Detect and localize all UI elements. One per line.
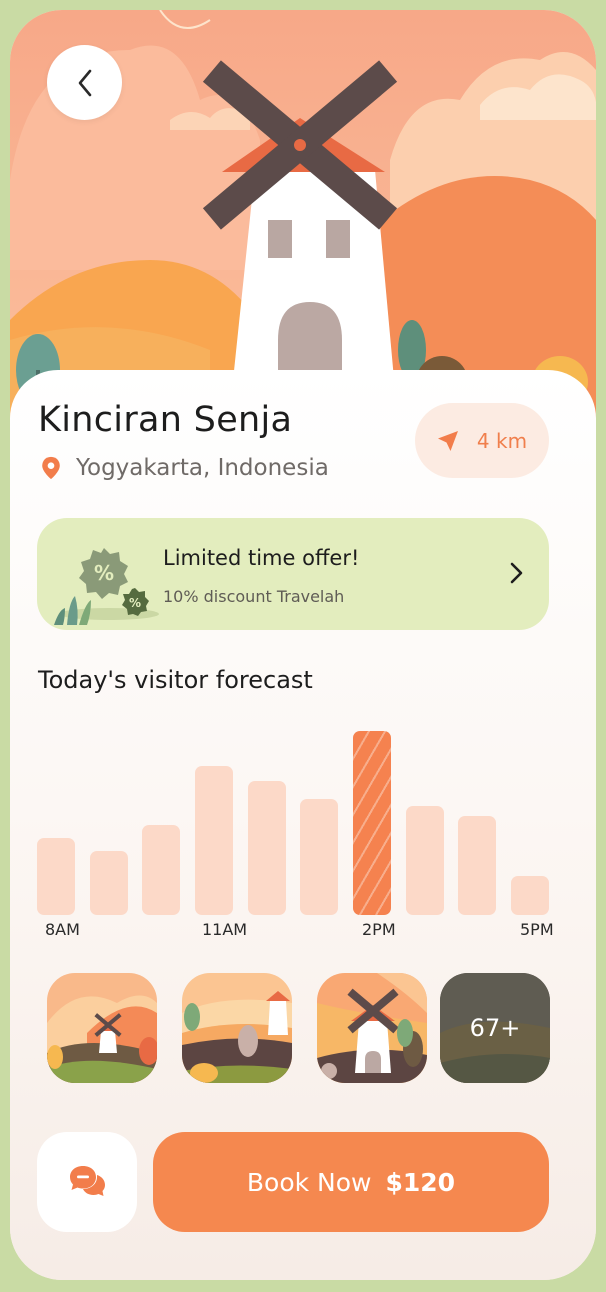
offer-card[interactable]: % % Limited time offer! 10% discount Tra…	[37, 518, 549, 630]
chevron-right-icon	[510, 562, 523, 584]
forecast-bar-current	[353, 731, 391, 915]
gallery-more-thumbnail[interactable]: 67+	[440, 973, 550, 1083]
discount-badge-icon: % %	[54, 548, 159, 625]
tick-label-5pm: 5PM	[520, 920, 554, 939]
location-row: Yogyakarta, Indonesia	[40, 455, 329, 481]
navigation-arrow-icon	[437, 430, 458, 451]
gallery-thumbnail[interactable]	[317, 973, 427, 1083]
location-label: Yogyakarta, Indonesia	[76, 455, 329, 481]
svg-text:%: %	[129, 596, 141, 610]
offer-title: Limited time offer!	[163, 546, 360, 570]
forecast-bar	[511, 876, 549, 915]
book-now-button[interactable]: Book Now $120	[153, 1132, 549, 1232]
forecast-bar	[142, 825, 180, 915]
forecast-bar	[300, 799, 338, 915]
offer-subtitle: 10% discount Travelah	[163, 587, 345, 606]
chat-bubbles-icon	[70, 1166, 105, 1196]
tick-label-2pm: 2PM	[362, 920, 396, 939]
chat-button[interactable]	[37, 1132, 137, 1232]
forecast-title: Today's visitor forecast	[38, 666, 313, 694]
visitor-forecast-chart	[37, 715, 549, 915]
svg-text:%: %	[94, 561, 114, 585]
gallery-more-count: 67+	[469, 1014, 521, 1042]
tick-label-8am: 8AM	[45, 920, 80, 939]
forecast-bar	[90, 851, 128, 915]
gallery-thumbnail[interactable]	[182, 973, 292, 1083]
tick-label-11am: 11AM	[202, 920, 248, 939]
back-button[interactable]	[47, 45, 122, 120]
phone-screen	[10, 10, 596, 1280]
book-now-label: Book Now	[246, 1167, 372, 1197]
forecast-bar	[37, 838, 75, 915]
price-label: $120	[385, 1167, 456, 1197]
distance-badge[interactable]: 4 km	[415, 403, 549, 478]
place-title: Kinciran Senja	[38, 400, 293, 440]
forecast-bar	[248, 781, 286, 915]
location-pin-icon	[42, 456, 60, 480]
forecast-bar	[195, 766, 233, 915]
forecast-bar	[458, 816, 496, 915]
chevron-left-icon	[78, 69, 91, 96]
forecast-bar	[406, 806, 444, 915]
gallery-thumbnail[interactable]	[47, 973, 157, 1083]
distance-label: 4 km	[476, 428, 528, 453]
